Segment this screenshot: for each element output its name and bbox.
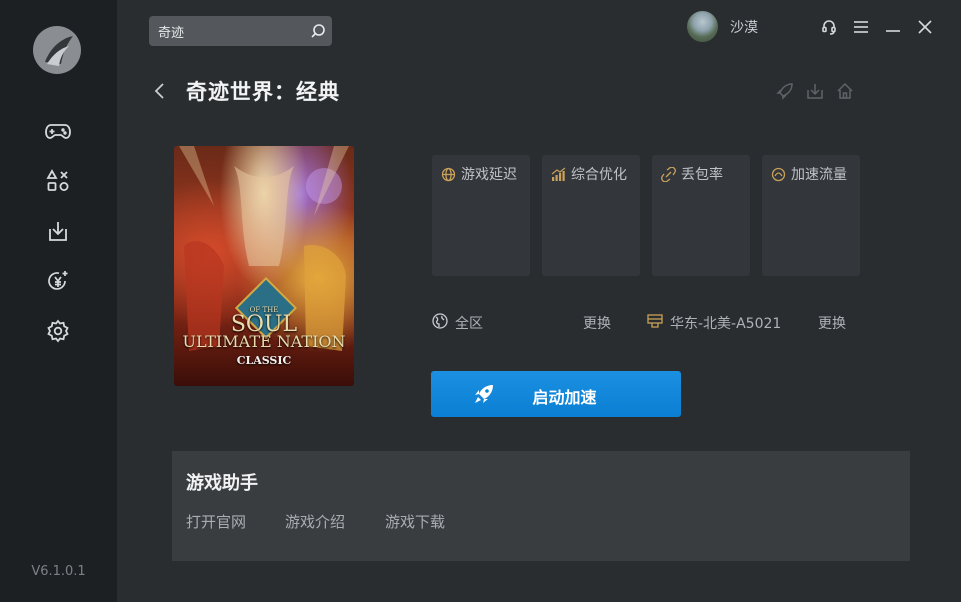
stat-label-packet-loss: 丢包率 [681, 167, 723, 183]
search-icon[interactable] [310, 23, 326, 39]
signal-bars-icon [551, 167, 566, 181]
node-value: 华东-北美-A5021 [670, 316, 782, 332]
assistant-link-official-site[interactable]: 打开官网 [186, 511, 246, 532]
headset-support-icon[interactable] [820, 18, 838, 36]
stat-card-packet-loss: 丢包率 [652, 155, 750, 276]
close-icon[interactable] [916, 18, 934, 36]
nav-apps-icon[interactable] [44, 167, 72, 195]
username[interactable]: 沙漠 [730, 17, 758, 37]
start-button-label: 启动加速 [532, 388, 597, 407]
avatar[interactable] [687, 11, 718, 42]
stat-label-optimization: 综合优化 [571, 167, 627, 183]
broken-link-icon [661, 166, 676, 182]
page-title: 奇迹世界：经典 [186, 80, 340, 104]
nav-download-icon[interactable] [44, 217, 72, 245]
assistant-link-download[interactable]: 游戏下载 [385, 511, 445, 532]
region-change-button[interactable]: 更换 [583, 313, 611, 333]
stat-card-traffic: 加速流量 [762, 155, 860, 276]
region-value: 全区 [455, 316, 483, 332]
home-icon[interactable] [836, 82, 854, 100]
app-logo [33, 26, 81, 74]
stat-label-latency: 游戏延迟 [461, 167, 517, 183]
assistant-link-introduction[interactable]: 游戏介绍 [285, 511, 345, 532]
globe-icon [441, 167, 456, 181]
flow-icon [771, 167, 786, 181]
search-input[interactable] [158, 23, 306, 39]
sidebar: V6.1.0.1 [0, 0, 117, 602]
stat-card-latency: 游戏延迟 [432, 155, 530, 276]
user-profile[interactable]: 沙漠 [687, 11, 758, 42]
stat-card-optimization: 综合优化 [542, 155, 640, 276]
game-assistant-panel: 游戏助手 打开官网 游戏介绍 游戏下载 [172, 451, 910, 561]
search-box [149, 16, 332, 46]
nav-rewards-icon[interactable] [44, 267, 72, 295]
rocket-shortcut-icon[interactable] [776, 82, 794, 100]
back-arrow-icon[interactable] [151, 82, 169, 100]
node-change-button[interactable]: 更换 [818, 313, 846, 333]
game-cover-image: OF THE SOUL ULTIMATE NATION CLASSIC [174, 146, 354, 386]
version-label: V6.1.0.1 [31, 564, 86, 579]
server-icon [647, 314, 663, 328]
menu-icon[interactable] [852, 18, 870, 36]
nav-games-icon[interactable] [44, 117, 72, 145]
cover-text-line3: CLASSIC [236, 354, 292, 367]
start-acceleration-button[interactable]: 启动加速 [431, 371, 681, 417]
download-icon[interactable] [806, 82, 824, 100]
cover-text-line2: ULTIMATE NATION [182, 332, 346, 351]
stat-label-traffic: 加速流量 [791, 167, 847, 183]
region-globe-icon [432, 313, 448, 329]
nav-settings-icon[interactable] [44, 317, 72, 345]
assistant-title: 游戏助手 [186, 473, 258, 494]
minimize-icon[interactable] [884, 18, 902, 36]
